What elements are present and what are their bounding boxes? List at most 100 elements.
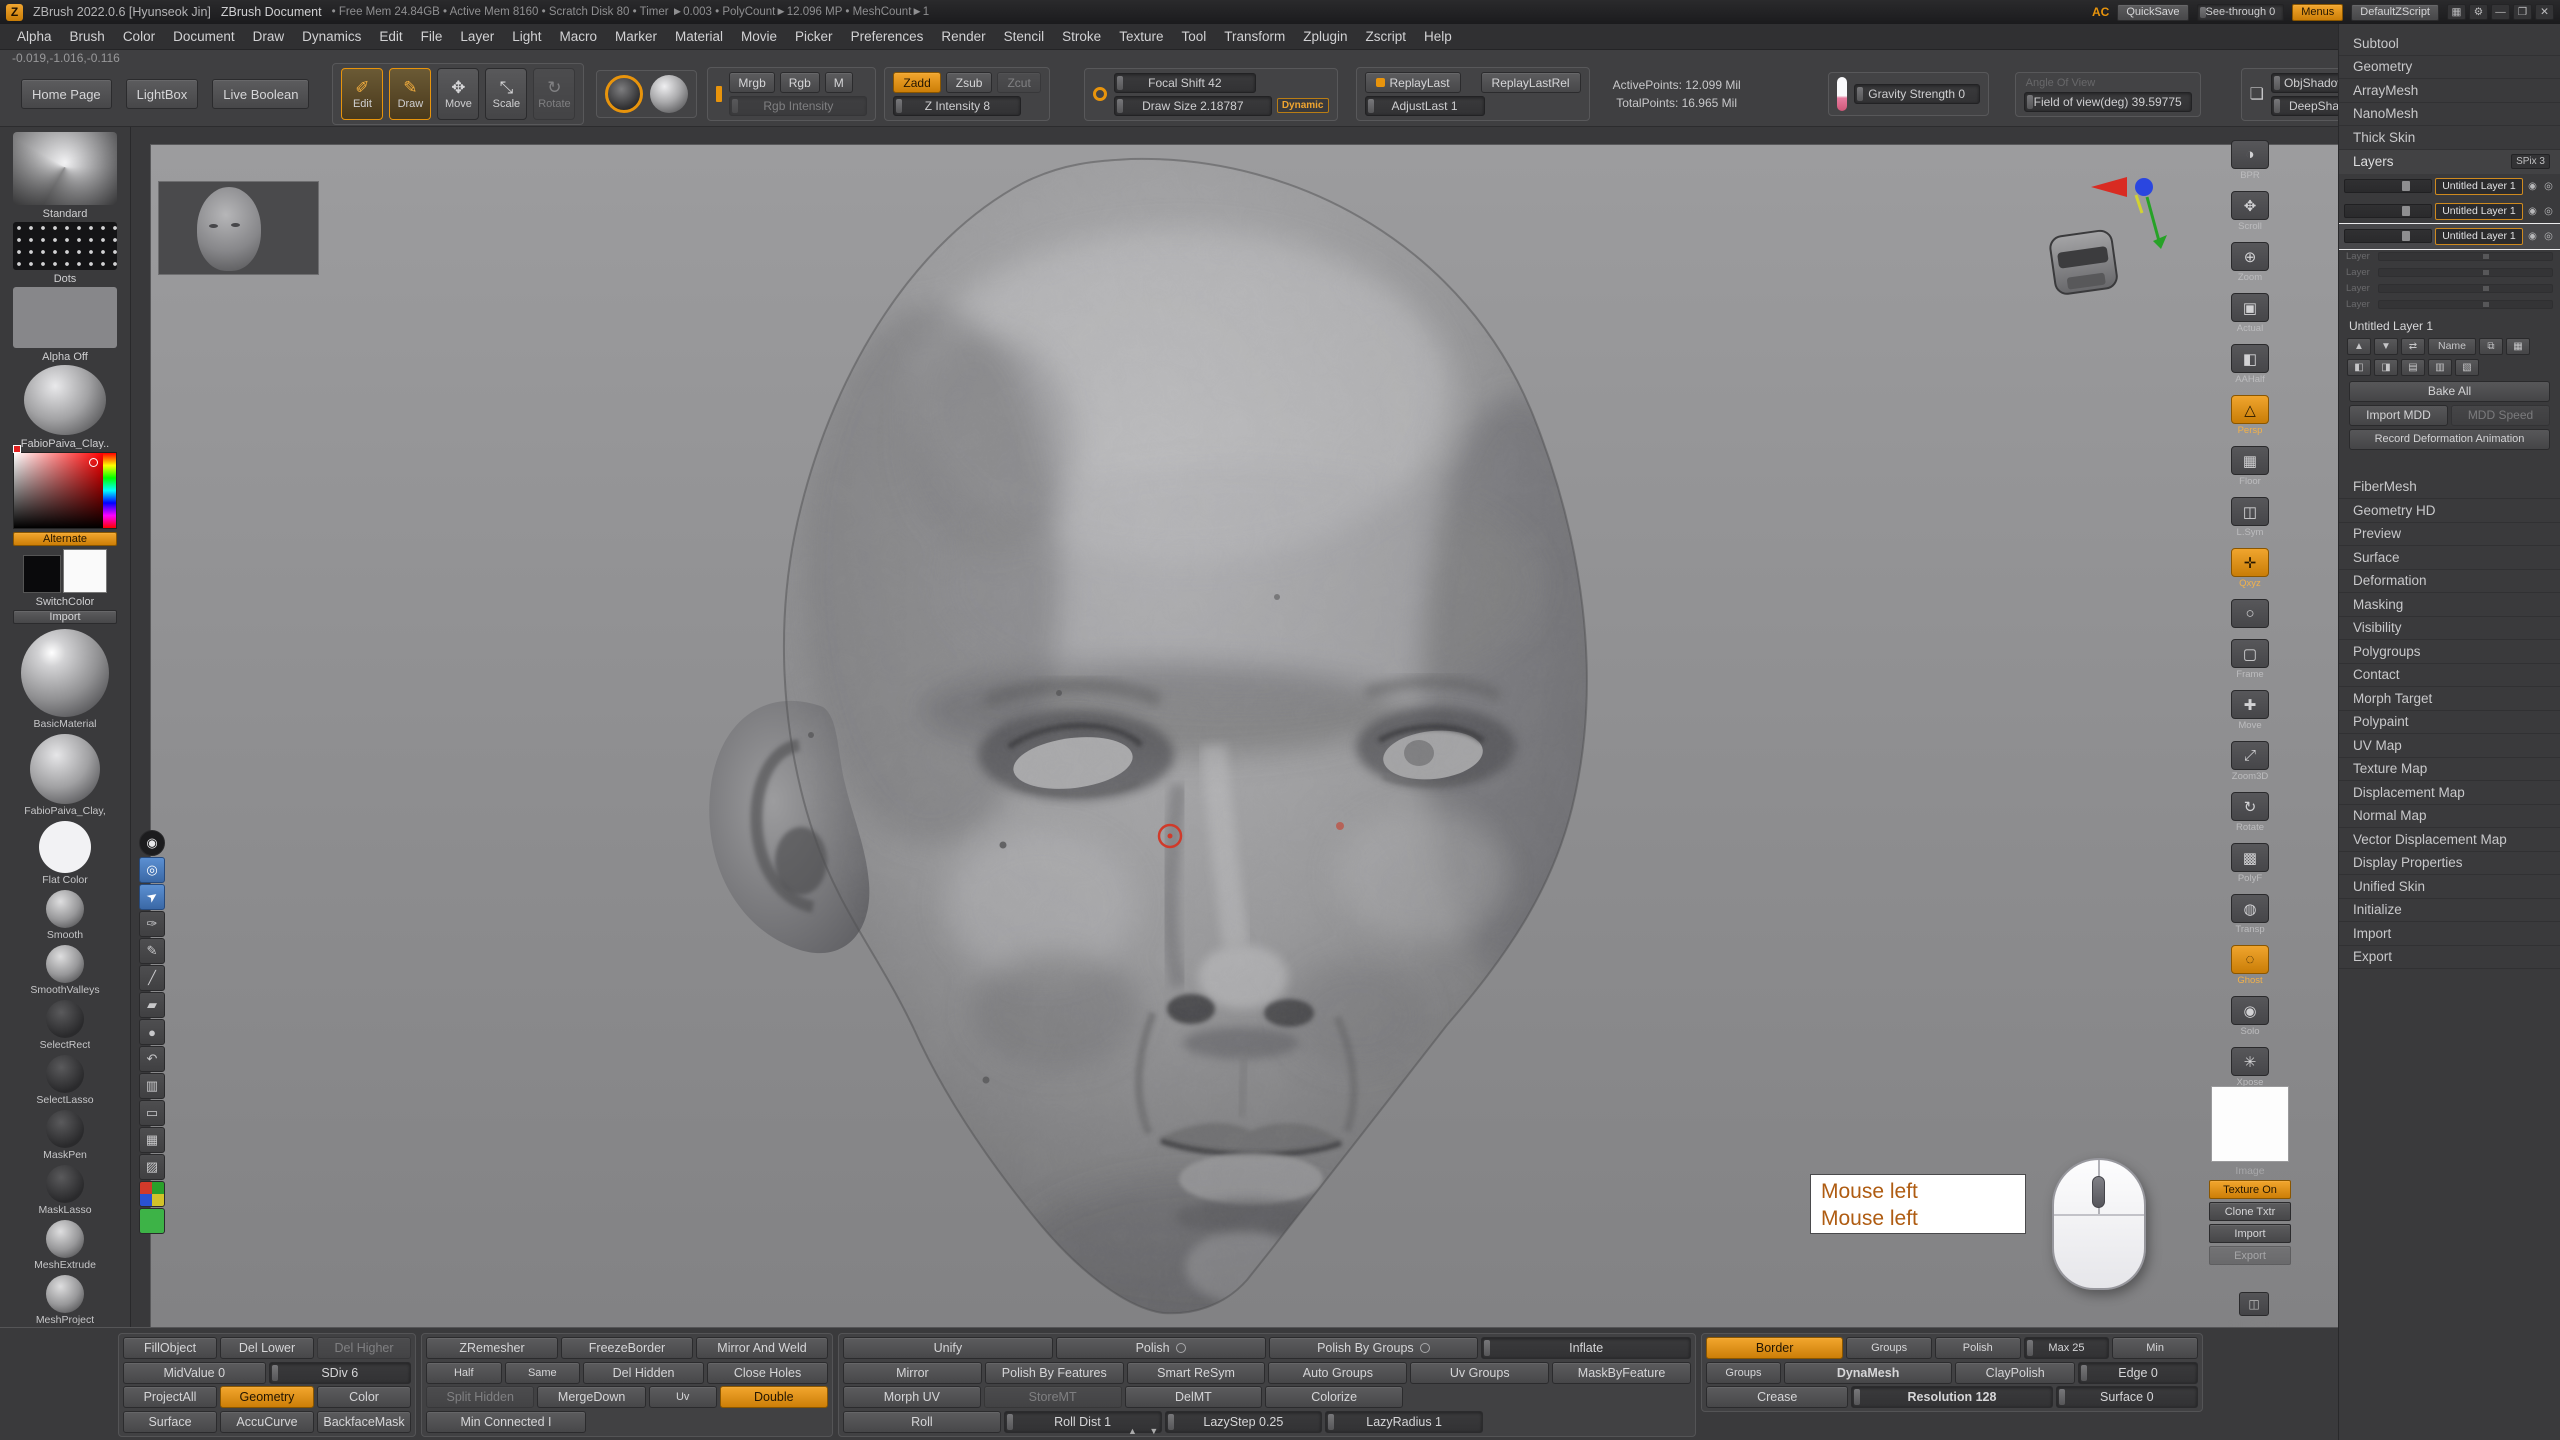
record-deformation-button[interactable]: Record Deformation Animation bbox=[2349, 429, 2550, 450]
dot-icon[interactable]: ● bbox=[139, 1019, 165, 1045]
dock-button[interactable]: MidValue 0 bbox=[123, 1362, 266, 1384]
dock-button[interactable]: SDiv 6 bbox=[269, 1362, 412, 1384]
import-color-button[interactable]: Import bbox=[13, 610, 117, 624]
dock-button[interactable]: Surface 0 bbox=[2056, 1386, 2198, 1408]
undo-icon[interactable]: ↶ bbox=[139, 1046, 165, 1072]
close-icon[interactable]: ✕ bbox=[2535, 4, 2554, 20]
grid-icon[interactable]: ▦ bbox=[2447, 4, 2466, 20]
current-stroke-thumbnail[interactable] bbox=[13, 222, 117, 270]
move-button[interactable]: ✥ Move bbox=[437, 68, 479, 120]
Untitled Layer 1[interactable]: Untitled Layer 1 ◉ ◎ bbox=[2339, 174, 2560, 199]
import-mdd-button[interactable]: Import MDD bbox=[2349, 405, 2448, 426]
menu-item[interactable]: Layer bbox=[451, 24, 503, 49]
brush-meshproject[interactable] bbox=[46, 1275, 84, 1313]
local-pivot-button[interactable]: ○ bbox=[2226, 598, 2274, 630]
layer-intensity-slider[interactable] bbox=[2344, 179, 2432, 193]
layer-swap-icon[interactable]: ⇄ bbox=[2401, 338, 2425, 355]
frame-button[interactable]: ▢ Frame bbox=[2226, 638, 2274, 681]
m-button[interactable]: M bbox=[825, 72, 853, 93]
dock-button[interactable]: Auto Groups bbox=[1268, 1362, 1407, 1384]
dock-button[interactable]: Surface bbox=[123, 1411, 217, 1433]
home-page-button[interactable]: Home Page bbox=[21, 79, 112, 109]
palette-section[interactable]: Preview bbox=[2339, 523, 2560, 547]
layer-record-icon[interactable]: ◎ bbox=[2542, 206, 2555, 217]
lightbox-button[interactable]: LightBox bbox=[126, 79, 199, 109]
dock-button[interactable]: Groups bbox=[1706, 1362, 1781, 1384]
image-icon[interactable]: ▦ bbox=[139, 1127, 165, 1153]
menu-item[interactable]: Transform bbox=[1215, 24, 1294, 49]
eraser-icon[interactable]: ▰ bbox=[139, 992, 165, 1018]
palette-section[interactable]: Displacement Map bbox=[2339, 781, 2560, 805]
layer-rows-icon[interactable]: ▤ bbox=[2401, 359, 2425, 376]
dock-button[interactable]: LazyRadius 1 bbox=[1325, 1411, 1483, 1433]
replay-last-button[interactable]: ReplayLast bbox=[1365, 72, 1461, 93]
palette-section[interactable]: NanoMesh bbox=[2339, 103, 2560, 127]
dock-button[interactable]: StoreMT bbox=[984, 1386, 1122, 1408]
dock-button[interactable]: Double bbox=[720, 1386, 828, 1408]
palette-section[interactable]: Geometry bbox=[2339, 56, 2560, 80]
layer-intensity-slider[interactable] bbox=[2344, 204, 2432, 218]
palette-section[interactable]: Geometry HD bbox=[2339, 499, 2560, 523]
layer-record-icon[interactable]: ◎ bbox=[2542, 231, 2555, 242]
quicksave-button[interactable]: QuickSave bbox=[2117, 4, 2188, 21]
scale-button[interactable]: ⤡ Scale bbox=[485, 68, 527, 120]
layer-split-left-icon[interactable]: ◧ bbox=[2347, 359, 2371, 376]
texture-image-preview[interactable] bbox=[2211, 1086, 2289, 1162]
dock-button[interactable]: Close Holes bbox=[707, 1362, 828, 1384]
layer-name[interactable]: Untitled Layer 1 bbox=[2435, 178, 2523, 195]
dock-button[interactable]: Crease bbox=[1706, 1386, 1848, 1408]
knife-icon[interactable]: ╱ bbox=[139, 965, 165, 991]
dock-button[interactable]: ClayPolish bbox=[1955, 1362, 2075, 1384]
menu-item[interactable]: File bbox=[412, 24, 452, 49]
current-brush-icon[interactable] bbox=[605, 75, 643, 113]
menu-item[interactable]: Marker bbox=[606, 24, 666, 49]
zsub-button[interactable]: Zsub bbox=[946, 72, 993, 93]
dock-button[interactable]: Del Hidden bbox=[583, 1362, 704, 1384]
brush-selectrect[interactable] bbox=[46, 1000, 84, 1038]
layers-palette-header[interactable]: Layers SPix 3 bbox=[2339, 150, 2560, 174]
current-material-thumbnail[interactable] bbox=[24, 365, 106, 435]
color-grid-icon[interactable] bbox=[139, 1181, 165, 1207]
draw-button[interactable]: ✎ Draw bbox=[389, 68, 431, 120]
dock-button[interactable]: DelMT bbox=[1125, 1386, 1263, 1408]
menu-item[interactable]: Alpha bbox=[8, 24, 61, 49]
z-intensity-slider[interactable]: Z Intensity 8 bbox=[893, 96, 1021, 116]
rotate-button[interactable]: ↻ Rotate bbox=[533, 68, 575, 120]
polyframe-button[interactable]: ▩ PolyF bbox=[2226, 842, 2274, 885]
menu-item[interactable]: Edit bbox=[370, 24, 411, 49]
palette-section[interactable]: Initialize bbox=[2339, 899, 2560, 923]
dock-button[interactable]: ProjectAll bbox=[123, 1386, 217, 1408]
brush-masklasso[interactable] bbox=[46, 1165, 84, 1203]
texture-export-button[interactable]: Export bbox=[2209, 1246, 2291, 1265]
scroll-button[interactable]: ✥ Scroll bbox=[2226, 190, 2274, 233]
palette-section[interactable]: Visibility bbox=[2339, 617, 2560, 641]
palette-section[interactable]: Deformation bbox=[2339, 570, 2560, 594]
gravity-strength-slider[interactable]: Gravity Strength 0 bbox=[1854, 84, 1980, 104]
palette-section[interactable]: Export bbox=[2339, 946, 2560, 970]
edit-button[interactable]: ✐ Edit bbox=[341, 68, 383, 120]
palette-section[interactable]: ArrayMesh bbox=[2339, 79, 2560, 103]
brush-maskpen[interactable] bbox=[46, 1110, 84, 1148]
palette-section[interactable]: Texture Map bbox=[2339, 758, 2560, 782]
layer-record-icon[interactable]: ◎ bbox=[2542, 181, 2555, 192]
move-canvas-button[interactable]: ✚ Move bbox=[2226, 689, 2274, 732]
tray-shortcut[interactable]: MaskLasso bbox=[38, 1165, 91, 1217]
current-alpha-thumbnail[interactable] bbox=[13, 287, 117, 348]
material-flat-color[interactable] bbox=[39, 821, 91, 873]
focal-shift-slider[interactable]: Focal Shift 42 bbox=[1114, 73, 1256, 93]
menu-item[interactable]: Macro bbox=[550, 24, 606, 49]
aahalf-button[interactable]: ◧ AAHalf bbox=[2226, 343, 2274, 386]
sculpt-canvas[interactable] bbox=[150, 144, 2338, 1327]
gravity-icon[interactable] bbox=[1837, 77, 1847, 111]
menu-item[interactable]: Stencil bbox=[995, 24, 1054, 49]
dock-button[interactable]: Half bbox=[426, 1362, 502, 1384]
transp-button[interactable]: ◍ Transp bbox=[2226, 893, 2274, 936]
default-zscript-button[interactable]: DefaultZScript bbox=[2351, 4, 2439, 21]
note-icon[interactable]: ▭ bbox=[139, 1100, 165, 1126]
menu-item[interactable]: Color bbox=[114, 24, 164, 49]
palette-section[interactable]: Morph Target bbox=[2339, 687, 2560, 711]
menu-item[interactable]: Dynamics bbox=[293, 24, 370, 49]
zcut-button[interactable]: Zcut bbox=[997, 72, 1040, 93]
dock-button[interactable]: Polish By Groups bbox=[1269, 1337, 1479, 1359]
actual-button[interactable]: ▣ Actual bbox=[2226, 292, 2274, 335]
